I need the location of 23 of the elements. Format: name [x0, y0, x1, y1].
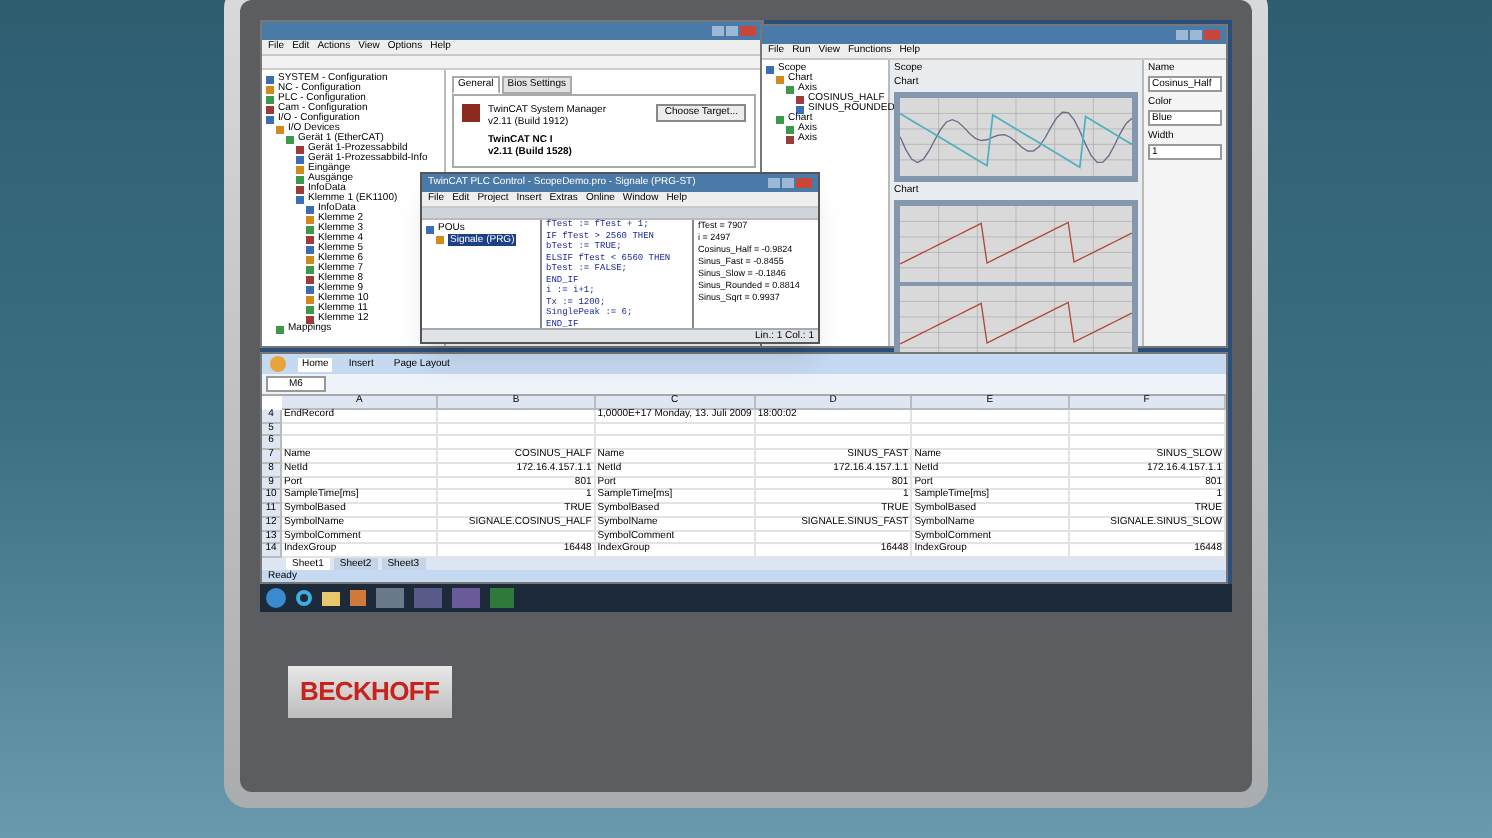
close-icon[interactable]: [740, 26, 756, 36]
app-icon[interactable]: [414, 588, 442, 608]
maximize-icon[interactable]: [1190, 30, 1202, 40]
close-icon[interactable]: [1204, 30, 1220, 40]
office-button-icon[interactable]: [270, 356, 286, 372]
brand-badge: BECKHOFF: [288, 666, 452, 718]
start-button-icon[interactable]: [266, 588, 286, 608]
folder-icon[interactable]: [322, 591, 340, 605]
minimize-icon[interactable]: [768, 178, 780, 188]
app-icon[interactable]: [376, 588, 404, 608]
spreadsheet-icon[interactable]: [490, 588, 514, 608]
maximize-icon[interactable]: [726, 26, 738, 36]
node-icon: [426, 225, 434, 233]
maximize-icon[interactable]: [782, 178, 794, 188]
media-icon[interactable]: [350, 590, 366, 606]
app-logo-icon: [462, 104, 480, 122]
close-icon[interactable]: [796, 178, 812, 188]
node-icon: [276, 325, 284, 333]
app-icon[interactable]: [452, 588, 480, 608]
node-icon: [436, 236, 444, 244]
minimize-icon[interactable]: [1176, 30, 1188, 40]
minimize-icon[interactable]: [712, 26, 724, 36]
browser-icon[interactable]: [296, 590, 312, 606]
